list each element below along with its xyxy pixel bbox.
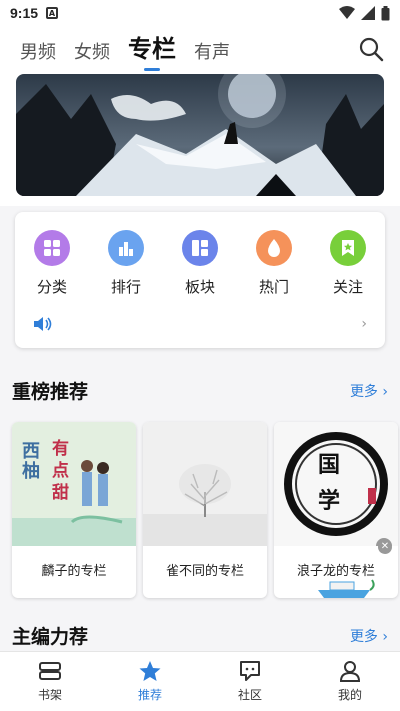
user-icon xyxy=(339,661,361,682)
menu-item-section[interactable]: 板块 xyxy=(170,230,230,297)
nav-bookshelf[interactable]: 书架 xyxy=(0,652,100,711)
book-cover: 国学 xyxy=(274,422,398,554)
nav-profile[interactable]: 我的 xyxy=(300,652,400,711)
flame-icon xyxy=(256,230,292,266)
grid-icon xyxy=(34,230,70,266)
chat-icon xyxy=(240,661,260,681)
more-link[interactable]: 更多 › xyxy=(350,381,388,401)
book-cover xyxy=(143,422,267,546)
tab-male[interactable]: 男频 xyxy=(20,38,56,64)
menu-item-ranking[interactable]: 排行 xyxy=(96,230,156,297)
category-menu-card: 分类 排行 板块 热门 关注 › xyxy=(15,212,385,348)
menu-label: 关注 xyxy=(332,278,363,296)
more-label: 更多 xyxy=(349,383,378,400)
wifi-icon xyxy=(339,6,355,19)
signal-icon xyxy=(361,6,375,20)
tab-column[interactable]: 专栏 xyxy=(128,29,176,64)
section-title: 主编力荐 xyxy=(12,626,89,648)
book-title: 雀不同的专栏 xyxy=(165,564,244,579)
book-title: 麟子的专栏 xyxy=(41,564,107,579)
tab-female[interactable]: 女频 xyxy=(74,38,110,64)
banner-area xyxy=(0,72,400,206)
book-card[interactable]: 国学 浪子龙的专栏 ✕ xyxy=(274,422,398,598)
tab-audio[interactable]: 有声 xyxy=(194,38,230,64)
book-cover: 西柚 有点甜 xyxy=(12,422,136,546)
close-icon[interactable]: ✕ xyxy=(378,540,392,554)
status-bar: 9:15 A xyxy=(0,0,400,26)
notification-a-icon: A xyxy=(46,7,59,19)
more-label: 更多 xyxy=(349,628,378,645)
menu-label: 分类 xyxy=(36,278,67,296)
banner-artwork xyxy=(16,74,384,196)
nav-label: 推荐 xyxy=(137,688,162,702)
section-title: 重榜推荐 xyxy=(12,381,89,403)
cover-text-guoxue: 国学 xyxy=(318,453,341,514)
speaker-icon xyxy=(34,317,52,331)
nav-community[interactable]: 社区 xyxy=(200,652,300,711)
menu-label: 排行 xyxy=(110,278,141,296)
menu-label: 热门 xyxy=(258,278,289,296)
cover-text-sweet: 有点甜 xyxy=(52,439,69,503)
bottom-nav: 书架 推荐 社区 我的 xyxy=(0,651,400,711)
layout-icon xyxy=(182,230,218,266)
status-icons xyxy=(339,5,390,21)
nav-recommend[interactable]: 推荐 xyxy=(100,652,200,711)
menu-item-category[interactable]: 分类 xyxy=(22,230,82,297)
announcement-bar[interactable]: › xyxy=(33,316,367,332)
book-card[interactable]: 西柚 有点甜 麟子的专栏 xyxy=(12,422,136,598)
top-tab-bar: 男频 女频 专栏 有声 xyxy=(0,26,400,72)
nav-label: 书架 xyxy=(37,688,62,702)
nav-label: 社区 xyxy=(237,688,262,702)
chevron-right-icon: › xyxy=(361,316,367,332)
menu-item-follow[interactable]: 关注 xyxy=(318,230,378,297)
boat-ad-icon[interactable] xyxy=(314,578,378,598)
book-list: 西柚 有点甜 麟子的专栏 雀不同的专栏 国学 浪子龙的专栏 ✕ xyxy=(12,422,400,598)
search-icon[interactable] xyxy=(358,36,384,62)
book-card[interactable]: 雀不同的专栏 xyxy=(143,422,267,598)
bookmark-star-icon xyxy=(330,230,366,266)
book-title: 浪子龙的专栏 xyxy=(296,564,375,579)
star-icon xyxy=(139,661,161,681)
menu-item-hot[interactable]: 热门 xyxy=(244,230,304,297)
cover-art xyxy=(143,422,267,546)
bar-chart-icon xyxy=(108,230,144,266)
category-menu-row: 分类 排行 板块 热门 关注 xyxy=(15,212,385,297)
battery-icon xyxy=(381,5,390,20)
menu-label: 板块 xyxy=(184,278,215,296)
section-header-editor-picks: 主编力荐 更多 › xyxy=(12,622,388,649)
cover-text-west-pomelo: 西柚 xyxy=(22,441,40,482)
section-header-recommend: 重榜推荐 更多 › xyxy=(12,377,388,404)
more-link[interactable]: 更多 › xyxy=(350,626,388,646)
nav-label: 我的 xyxy=(337,688,362,702)
bookshelf-icon xyxy=(39,662,61,680)
status-time: 9:15 xyxy=(10,5,39,21)
banner-image[interactable] xyxy=(16,74,384,196)
